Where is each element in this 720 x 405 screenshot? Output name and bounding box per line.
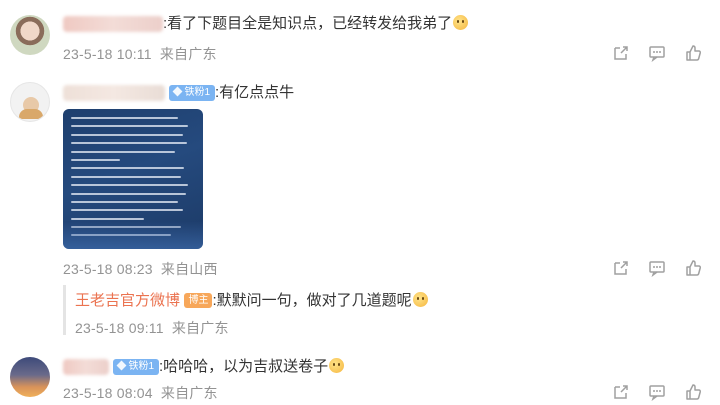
comment-icon[interactable] bbox=[648, 44, 666, 62]
reply-author[interactable]: 王老吉官方微博 bbox=[75, 292, 180, 309]
comment-location: 来自广东 bbox=[159, 46, 217, 62]
reply-text: :默默问一句，做对了几道题呢 bbox=[212, 292, 412, 309]
comment-date: 23-5-18 08:04 bbox=[63, 385, 153, 401]
laugh-emoji-icon bbox=[329, 358, 345, 373]
like-icon[interactable] bbox=[684, 383, 702, 401]
comment-date: 23-5-18 08:23 bbox=[63, 261, 153, 277]
share-icon[interactable] bbox=[612, 259, 630, 277]
comment-icon[interactable] bbox=[648, 383, 666, 401]
comment-location: 来自山西 bbox=[160, 261, 218, 277]
smile-emoji-icon bbox=[453, 15, 469, 30]
comment-icon[interactable] bbox=[648, 259, 666, 277]
reply-date: 23-5-18 09:11 bbox=[75, 320, 164, 336]
diamond-icon bbox=[117, 360, 127, 371]
username-blurred[interactable] bbox=[63, 358, 109, 375]
comment-text: :有亿点点牛 bbox=[215, 84, 295, 101]
comment-text: :看了下题目全是知识点，已经转发给我弟了 bbox=[163, 15, 453, 32]
like-icon[interactable] bbox=[684, 259, 702, 277]
comment-location: 来自广东 bbox=[160, 385, 218, 401]
image-footer bbox=[63, 221, 203, 249]
like-icon[interactable] bbox=[684, 44, 702, 62]
share-icon[interactable] bbox=[612, 383, 630, 401]
avatar[interactable] bbox=[10, 357, 50, 397]
comment-date: 23-5-18 10:11 bbox=[63, 46, 152, 62]
username-blurred[interactable] bbox=[63, 84, 165, 101]
fan-badge: 铁粉1 bbox=[113, 358, 160, 375]
fan-badge: 铁粉1 bbox=[169, 84, 216, 101]
comment-text: :哈哈哈，以为吉叔送卷子 bbox=[159, 358, 329, 375]
smile-emoji-icon bbox=[412, 292, 428, 307]
avatar[interactable] bbox=[10, 82, 50, 122]
username-blurred[interactable] bbox=[63, 15, 163, 32]
comment-image[interactable] bbox=[63, 109, 203, 249]
author-badge: 博主 bbox=[184, 293, 213, 309]
diamond-icon bbox=[173, 86, 183, 97]
reply-location: 来自广东 bbox=[171, 320, 229, 336]
share-icon[interactable] bbox=[612, 44, 630, 62]
avatar[interactable] bbox=[10, 15, 50, 55]
reply-divider bbox=[63, 285, 66, 335]
